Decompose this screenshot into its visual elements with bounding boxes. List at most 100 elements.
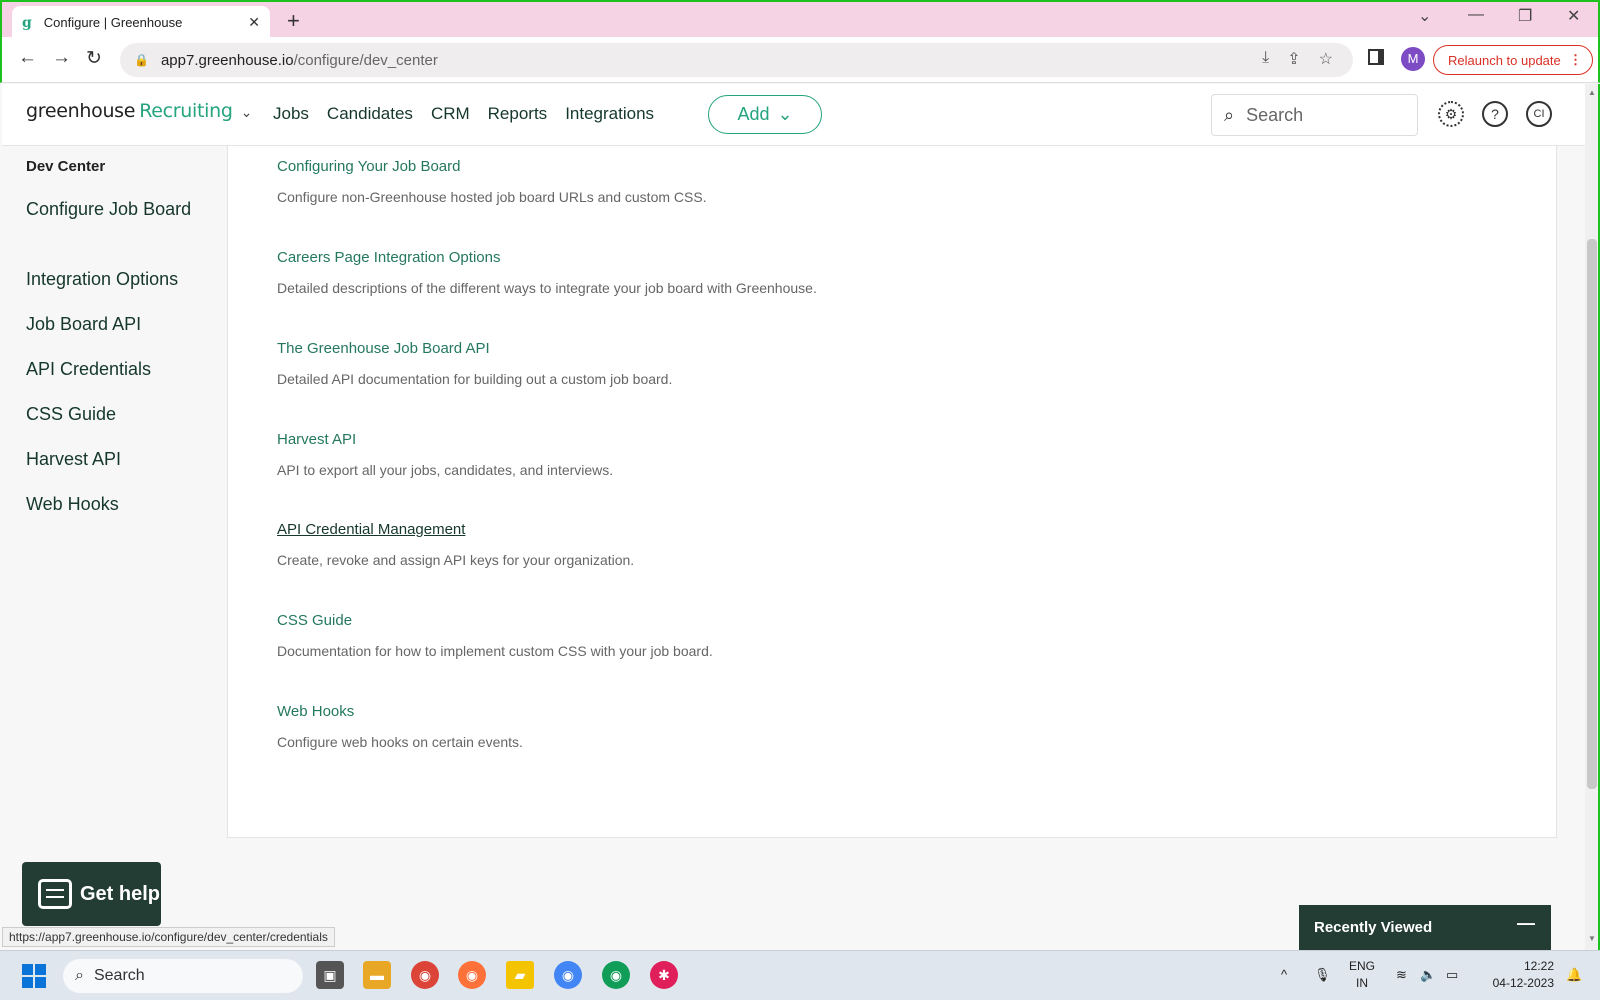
logo-text: greenhouse xyxy=(26,100,136,122)
sidebar-item-integration-options[interactable]: Integration Options xyxy=(26,266,196,292)
slack-icon[interactable]: ✱ xyxy=(650,961,678,989)
system-clock[interactable]: 12:22 04-12-2023 xyxy=(1480,958,1554,992)
notifications-icon[interactable]: 🔔 xyxy=(1566,967,1582,983)
forward-icon[interactable]: → xyxy=(52,47,71,69)
tab-title: Configure | Greenhouse xyxy=(43,15,183,30)
list-item: Web Hooks Configure web hooks on certain… xyxy=(277,703,523,750)
entry-link[interactable]: Harvest API xyxy=(277,431,613,448)
entry-description: Detailed API documentation for building … xyxy=(277,371,673,387)
sidebar-item-configure-job-board[interactable]: Configure Job Board xyxy=(26,196,196,222)
lock-icon[interactable]: 🔒 xyxy=(134,53,149,67)
sidebar: Dev Center Configure Job Board Integrati… xyxy=(2,146,227,936)
list-item: API Credential Management Create, revoke… xyxy=(277,521,634,568)
firefox-icon[interactable]: ◉ xyxy=(458,961,486,989)
entry-description: Configure web hooks on certain events. xyxy=(277,734,523,750)
add-button[interactable]: Add ⌄ xyxy=(708,95,822,134)
sticky-notes-icon[interactable]: ▰ xyxy=(506,961,534,989)
entry-description: API to export all your jobs, candidates,… xyxy=(277,462,614,478)
reload-icon[interactable]: ↻ xyxy=(86,47,102,70)
clock-date: 04-12-2023 xyxy=(1492,976,1554,990)
share-icon[interactable]: ⇪ xyxy=(1287,49,1300,69)
lang-line2: IN xyxy=(1356,976,1368,990)
scroll-down-icon[interactable]: ▼ xyxy=(1588,934,1596,943)
get-help-button[interactable]: Get help xyxy=(22,862,161,926)
close-tab-icon[interactable]: ✕ xyxy=(248,14,260,31)
dev-center-card: Configuring Your Job Board Configure non… xyxy=(227,146,1557,838)
nav-jobs[interactable]: Jobs xyxy=(273,104,309,124)
list-item: The Greenhouse Job Board API Detailed AP… xyxy=(277,340,672,387)
address-bar[interactable]: 🔒 app7.greenhouse.io/configure/dev_cente… xyxy=(120,43,1353,77)
new-tab-button[interactable]: + xyxy=(287,8,300,34)
main-nav: Jobs Candidates CRM Reports Integrations xyxy=(273,104,654,124)
sidebar-item-web-hooks[interactable]: Web Hooks xyxy=(26,491,196,517)
minimize-icon[interactable]: — xyxy=(1517,913,1535,934)
entry-link[interactable]: Careers Page Integration Options xyxy=(277,249,817,266)
show-hidden-icons-icon[interactable]: ^ xyxy=(1281,967,1287,982)
nav-candidates[interactable]: Candidates xyxy=(327,104,413,124)
nav-crm[interactable]: CRM xyxy=(431,104,470,124)
relaunch-button[interactable]: Relaunch to update ⋮ xyxy=(1433,45,1593,75)
windows-start-icon[interactable] xyxy=(22,964,46,988)
sidebar-title: Dev Center xyxy=(26,158,106,175)
scroll-up-icon[interactable]: ▲ xyxy=(1588,88,1596,97)
entry-link[interactable]: API Credential Management xyxy=(277,521,634,538)
bookmark-star-icon[interactable]: ☆ xyxy=(1319,49,1333,69)
chrome-profile-icon[interactable]: ◉ xyxy=(602,961,630,989)
tab-search-icon[interactable]: ⌄ xyxy=(1418,6,1431,26)
nav-integrations[interactable]: Integrations xyxy=(565,104,654,124)
wifi-icon[interactable]: ≋ xyxy=(1396,967,1407,983)
chat-bubble-icon xyxy=(38,879,72,909)
side-panel-icon[interactable] xyxy=(1368,49,1384,65)
nav-reports[interactable]: Reports xyxy=(488,104,548,124)
status-bar-url: https://app7.greenhouse.io/configure/dev… xyxy=(2,927,335,947)
more-menu-icon[interactable]: ⋮ xyxy=(1569,52,1582,68)
sidebar-item-css-guide[interactable]: CSS Guide xyxy=(26,401,196,427)
url-host: app7.greenhouse.io xyxy=(160,51,294,69)
entry-link[interactable]: Web Hooks xyxy=(277,703,523,720)
sidebar-item-job-board-api[interactable]: Job Board API xyxy=(26,311,196,337)
entry-link[interactable]: Configuring Your Job Board xyxy=(277,158,707,175)
profile-avatar[interactable]: M xyxy=(1401,47,1425,71)
battery-icon[interactable]: ▭ xyxy=(1446,967,1458,983)
search-input[interactable]: ⌕ Search xyxy=(1211,94,1418,136)
gear-icon[interactable]: ⚙ xyxy=(1438,101,1464,127)
entry-description: Detailed descriptions of the different w… xyxy=(277,280,817,296)
chrome-icon[interactable]: ◉ xyxy=(411,961,439,989)
greenhouse-favicon-icon: g xyxy=(22,14,32,31)
recently-viewed-panel[interactable]: Recently Viewed — xyxy=(1299,905,1551,950)
chevron-down-icon: ⌄ xyxy=(777,104,793,124)
entry-description: Configure non-Greenhouse hosted job boar… xyxy=(277,189,707,205)
browser-tab[interactable]: g Configure | Greenhouse ✕ xyxy=(12,6,270,39)
minimize-button[interactable]: — xyxy=(1468,6,1484,24)
windows-taskbar: ⌕ Search ▣ ▬ ◉ ◉ ▰ ◉ ◉ ✱ ^ 🎙 ENG IN ≋ 🔈 … xyxy=(0,950,1600,1000)
scrollbar-thumb[interactable] xyxy=(1587,239,1597,789)
list-item: Harvest API API to export all your jobs,… xyxy=(277,431,613,478)
chevron-down-icon[interactable]: ⌄ xyxy=(241,105,253,121)
task-view-icon[interactable]: ▣ xyxy=(316,961,344,989)
sidebar-item-harvest-api[interactable]: Harvest API xyxy=(26,446,196,472)
help-icon[interactable]: ? xyxy=(1482,101,1508,127)
microphone-icon[interactable]: 🎙 xyxy=(1314,967,1331,983)
back-icon[interactable]: ← xyxy=(18,47,37,69)
greenhouse-logo[interactable]: greenhouse Recruiting ⌄ xyxy=(26,100,252,122)
page-scrollbar[interactable]: ▲ ▼ xyxy=(1585,84,1600,950)
entry-link[interactable]: The Greenhouse Job Board API xyxy=(277,340,672,357)
lang-line1: ENG xyxy=(1349,959,1376,973)
close-window-button[interactable]: ✕ xyxy=(1567,6,1580,26)
language-indicator[interactable]: ENG IN xyxy=(1349,958,1375,992)
taskbar-search[interactable]: ⌕ Search xyxy=(63,959,303,993)
entry-link[interactable]: CSS Guide xyxy=(277,612,713,629)
recently-viewed-title: Recently Viewed xyxy=(1314,919,1433,936)
browser-toolbar: ← → ↻ 🔒 app7.greenhouse.io/configure/dev… xyxy=(0,37,1600,83)
browser-tab-strip: g Configure | Greenhouse ✕ + ⌄ — ❐ ✕ xyxy=(0,0,1600,39)
sidebar-item-api-credentials[interactable]: API Credentials xyxy=(26,356,196,382)
list-item: Careers Page Integration Options Detaile… xyxy=(277,249,817,296)
get-help-label: Get help xyxy=(80,882,161,905)
user-avatar[interactable]: CI xyxy=(1526,101,1552,127)
volume-icon[interactable]: 🔈 xyxy=(1420,967,1436,983)
chrome-profile-icon[interactable]: ◉ xyxy=(554,961,582,989)
search-placeholder: Search xyxy=(1246,104,1304,125)
restore-button[interactable]: ❐ xyxy=(1518,6,1532,26)
install-icon[interactable]: ⤓ xyxy=(1262,49,1269,69)
file-explorer-icon[interactable]: ▬ xyxy=(363,961,391,989)
